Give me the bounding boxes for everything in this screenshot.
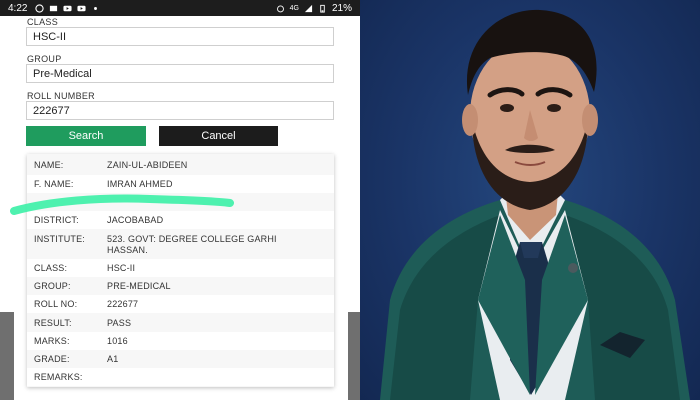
result-key: INSTITUTE: [34, 234, 85, 244]
class-field[interactable] [26, 27, 334, 46]
result-row-institute: INSTITUTE: 523. GOVT: DEGREE COLLEGE GAR… [27, 230, 334, 259]
roll-number-field[interactable] [26, 101, 334, 120]
result-key: ROLL NO: [34, 299, 78, 309]
result-value: 222677 [107, 299, 139, 309]
result-key: NAME: [34, 160, 64, 170]
result-value: 1016 [107, 336, 128, 346]
result-key: GRADE: [34, 354, 70, 364]
youtube-icon [63, 5, 73, 11]
class-label: CLASS [27, 17, 59, 27]
result-row-name: NAME: ZAIN-UL-ABIDEEN [27, 156, 334, 174]
battery-percent: 21% [331, 2, 352, 14]
result-value: 523. GOVT: DEGREE COLLEGE GARHI HASSAN. [107, 234, 277, 255]
cancel-button[interactable]: Cancel [159, 126, 278, 146]
result-row-roll-no: ROLL NO: 222677 [27, 295, 334, 313]
highlighter-stroke [10, 194, 234, 215]
result-card: NAME: ZAIN-UL-ABIDEEN F. NAME: IMRAN AHM… [27, 154, 334, 387]
mail-icon [50, 5, 58, 11]
result-key: RESULT: [34, 318, 72, 328]
alarm-icon [276, 5, 284, 12]
whatsapp-icon [35, 3, 45, 13]
result-key: MARKS: [34, 336, 70, 346]
status-bar: 4:22 4G 21% [0, 0, 360, 16]
status-time: 4:22 [8, 2, 28, 14]
phone-screenshot: 4:22 4G 21% CLASS GROUP ROLL NUMBER Sear… [0, 0, 360, 400]
result-row-grade: GRADE: A1 [27, 350, 334, 368]
result-value: PASS [107, 318, 132, 328]
search-button[interactable]: Search [26, 126, 146, 146]
signal-icon [304, 4, 313, 12]
dot-icon [94, 6, 98, 10]
phone-edge-right [348, 312, 360, 400]
result-value: IMRAN AHMED [107, 179, 173, 189]
result-key: REMARKS: [34, 372, 83, 382]
phone-edge-left [0, 312, 14, 400]
result-value: A1 [107, 354, 119, 364]
result-key: F. NAME: [34, 179, 74, 189]
group-field[interactable] [26, 64, 334, 83]
result-row-class: CLASS: HSC-II [27, 259, 334, 277]
result-value: HSC-II [107, 263, 136, 273]
group-label: GROUP [27, 54, 62, 64]
result-key: GROUP: [34, 281, 71, 291]
network-type: 4G [289, 4, 299, 12]
roll-number-label: ROLL NUMBER [27, 91, 95, 101]
student-photo [360, 0, 700, 400]
portrait-illustration [380, 9, 690, 400]
result-row-marks: MARKS: 1016 [27, 332, 334, 350]
youtube-icon-2 [77, 5, 87, 11]
result-row-result: RESULT: PASS [27, 314, 334, 332]
result-row-remarks: REMARKS: [27, 368, 334, 386]
result-value: PRE-MEDICAL [107, 281, 171, 291]
battery-icon [320, 4, 325, 13]
result-value: ZAIN-UL-ABIDEEN [107, 160, 188, 170]
result-row-group: GROUP: PRE-MEDICAL [27, 277, 334, 295]
result-key: CLASS: [34, 263, 68, 273]
